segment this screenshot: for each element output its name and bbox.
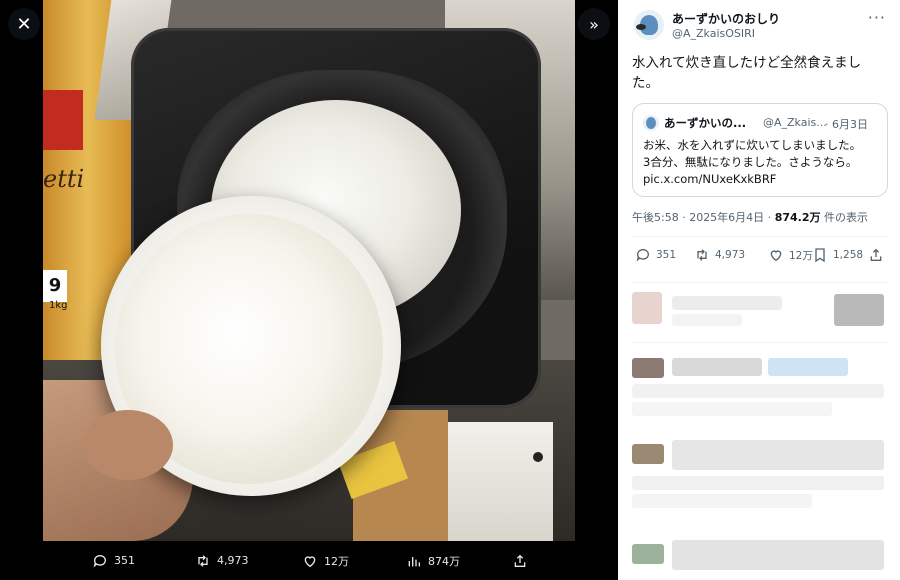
viewer-reply-button[interactable]: 351 <box>92 553 135 569</box>
pasta-package-price-tag: 9 <box>43 270 67 302</box>
box-logo <box>533 452 543 462</box>
quoted-handle: @A_Zkais... <box>763 116 827 129</box>
blurred-text <box>632 494 812 508</box>
viewer-retweet-button[interactable]: 4,973 <box>195 553 249 569</box>
blurred-text <box>632 384 884 398</box>
avatar[interactable] <box>634 10 664 40</box>
blurred-text <box>672 314 742 326</box>
quoted-display-name: あーずかいの... <box>664 116 747 130</box>
viewer-share-button[interactable] <box>512 553 528 569</box>
blurred-media <box>834 294 884 326</box>
reply-icon <box>93 554 106 567</box>
thumb <box>83 410 173 480</box>
tweet-meta: 午後5:58 · 2025年6月4日 · 874.2万 件の表示 <box>632 209 868 225</box>
share-button[interactable] <box>868 247 884 263</box>
tweet-text: 水入れて炊き直したけど全然食えました。 <box>632 55 862 91</box>
expand-panel-button[interactable]: » <box>578 8 610 40</box>
views-icon <box>408 556 420 566</box>
quoted-body-line: 3合分、無駄になりました。さようなら。 <box>643 155 858 169</box>
reply-button[interactable]: 351 <box>635 247 676 263</box>
viewer-views-button[interactable]: 874万 <box>406 553 460 569</box>
white-box <box>448 422 553 541</box>
blurred-text <box>632 402 832 416</box>
views-count: 874.2万 <box>774 211 821 224</box>
viewer-like-button[interactable]: 12万 <box>302 553 349 569</box>
author-display-name[interactable]: あーずかいのおしり <box>672 10 780 27</box>
quoted-avatar-bird-icon <box>646 117 656 129</box>
reply-count: 351 <box>656 249 677 261</box>
quoted-avatar <box>643 115 659 131</box>
heart-icon <box>770 250 782 262</box>
tweet-stats-bar: 351 4,973 12万 1,258 <box>632 247 890 271</box>
divider <box>632 342 888 343</box>
share-icon <box>870 248 882 261</box>
viewer-reply-count: 351 <box>114 554 135 567</box>
divider <box>632 236 888 237</box>
like-button[interactable]: 12万 <box>768 247 813 263</box>
blurred-text <box>632 476 884 490</box>
bookmark-icon <box>815 248 825 263</box>
author-handle[interactable]: @A_ZkaisOSIRI <box>672 27 755 40</box>
quoted-media-link[interactable]: pic.x.com/NUxeKxkBRF <box>643 171 883 188</box>
retweet-button[interactable]: 4,973 <box>694 247 745 263</box>
blurred-text <box>672 296 782 310</box>
blurred-avatar <box>632 444 664 464</box>
blurred-avatar <box>632 544 664 564</box>
quoted-tweet[interactable]: あーずかいの... @A_Zkais... · 6月3日 お米、水を入れずに炊い… <box>632 103 888 197</box>
media-viewer: etti 9 1kg ✕ » 351 4,973 12万 874万 <box>0 0 618 580</box>
tweet-timestamp[interactable]: 午後5:58 · 2025年6月4日 · <box>632 211 775 224</box>
tweet-photo[interactable]: etti 9 1kg <box>43 0 575 541</box>
blurred-text <box>672 540 884 570</box>
avatar-beak <box>636 24 646 30</box>
more-options-icon[interactable]: ··· <box>868 8 886 27</box>
quoted-body: お米、水を入れずに炊いてしまいました。 3合分、無駄になりました。さようなら。 … <box>643 137 883 188</box>
like-count: 12万 <box>789 249 813 262</box>
reply-icon <box>636 249 649 262</box>
close-button[interactable]: ✕ <box>8 8 40 40</box>
bookmark-button[interactable]: 1,258 <box>812 247 863 263</box>
divider <box>632 282 888 283</box>
quoted-date: · 6月3日 <box>825 118 868 131</box>
close-icon: ✕ <box>16 13 32 35</box>
media-action-bar: 351 4,973 12万 874万 <box>0 541 618 580</box>
retweet-count: 4,973 <box>715 249 746 261</box>
blurred-avatar <box>632 292 662 324</box>
viewer-retweet-count: 4,973 <box>217 554 249 567</box>
blurred-text <box>768 358 848 376</box>
tweet-detail-panel: あーずかいのおしり @A_ZkaisOSIRI ··· 水入れて炊き直したけど全… <box>618 0 900 580</box>
double-chevron-right-icon: » <box>589 14 599 34</box>
retweet-icon <box>198 554 208 567</box>
blurred-text <box>672 440 884 470</box>
heart-icon <box>304 555 316 567</box>
quoted-body-line: お米、水を入れずに炊いてしまいました。 <box>643 138 862 152</box>
bookmark-count: 1,258 <box>833 249 864 261</box>
pasta-package-weight: 1kg <box>49 300 68 311</box>
pasta-package-red-band <box>43 90 83 150</box>
blurred-text <box>672 358 762 376</box>
viewer-views-count: 874万 <box>428 554 460 568</box>
share-icon <box>514 554 526 567</box>
pasta-package-label: etti <box>43 165 85 193</box>
viewer-like-count: 12万 <box>324 554 349 568</box>
retweet-icon <box>697 249 707 261</box>
views-label: 件の表示 <box>820 211 868 224</box>
blurred-avatar <box>632 358 664 378</box>
